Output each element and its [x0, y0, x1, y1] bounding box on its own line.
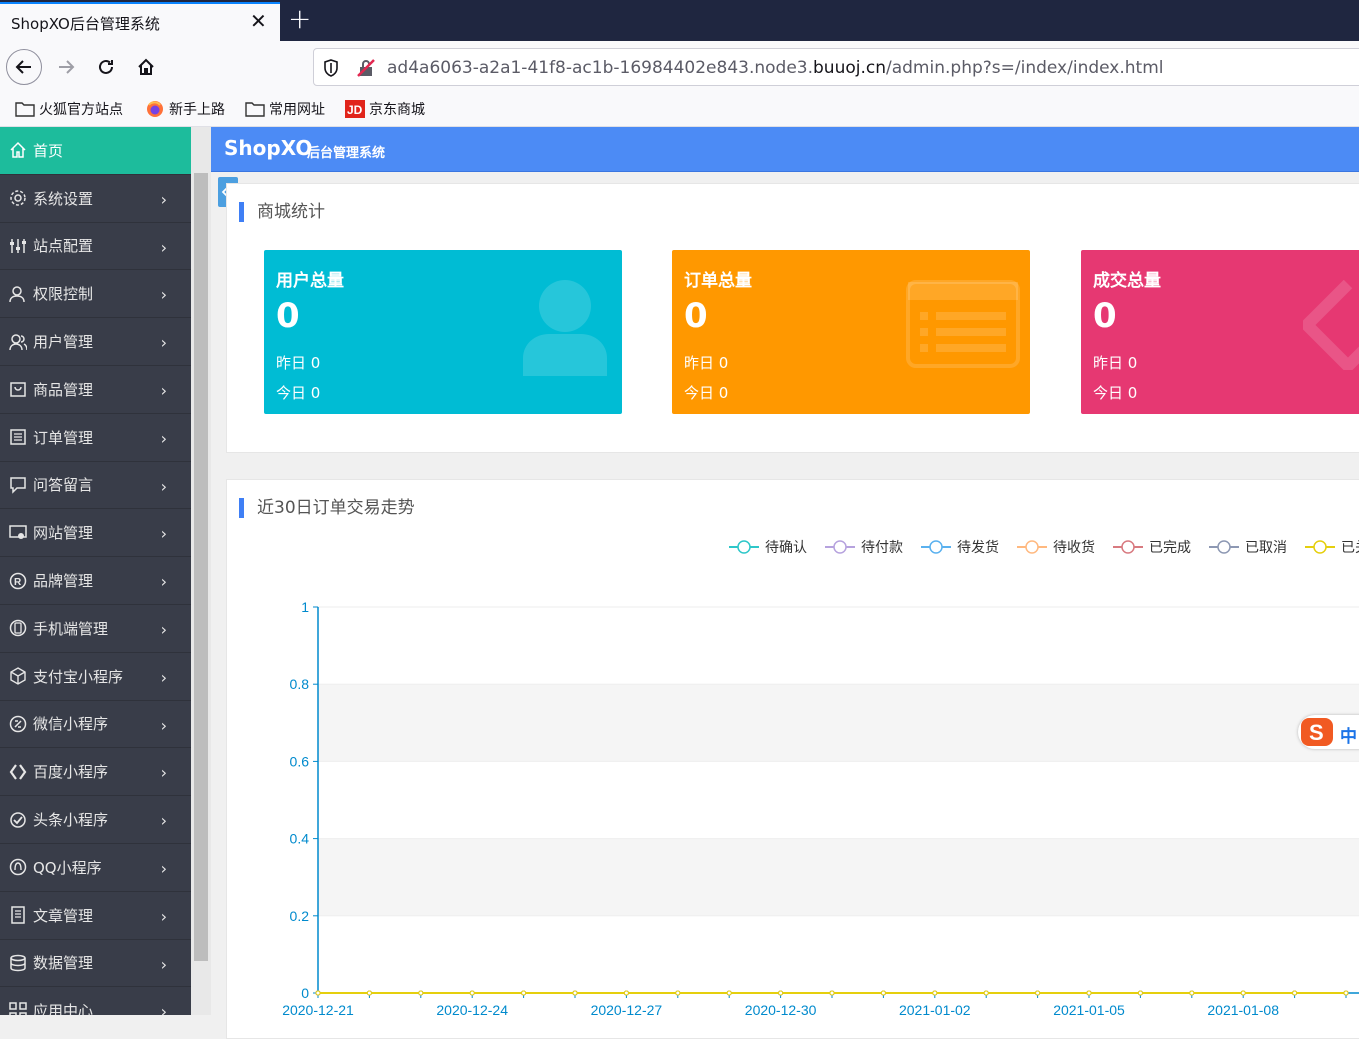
- data-point: [983, 990, 989, 996]
- data-point: [1086, 990, 1092, 996]
- y-tick-label: 0.8: [290, 676, 310, 692]
- x-tick-label: 2021-01-02: [899, 1002, 971, 1015]
- y-tick-label: 0.2: [290, 908, 310, 924]
- data-point: [1292, 990, 1298, 996]
- ime-toolbar[interactable]: S 中: [1298, 715, 1359, 749]
- data-point: [366, 990, 372, 996]
- x-tick-label: 2020-12-24: [436, 1002, 508, 1015]
- x-tick-label: 2020-12-21: [282, 1002, 354, 1015]
- data-point: [1137, 990, 1143, 996]
- y-tick-label: 1: [301, 599, 309, 615]
- data-point: [675, 990, 681, 996]
- ime-mode-label[interactable]: 中: [1340, 722, 1357, 747]
- data-point: [1035, 990, 1041, 996]
- data-point: [880, 990, 886, 996]
- x-tick-label: 2021-01-05: [1053, 1002, 1125, 1015]
- data-point: [726, 990, 732, 996]
- data-point: [315, 990, 321, 996]
- data-point: [829, 990, 835, 996]
- y-tick-label: 0.6: [290, 753, 310, 769]
- data-point: [418, 990, 424, 996]
- y-tick-label: 0.4: [290, 831, 310, 847]
- data-point: [1343, 990, 1349, 996]
- grid-band: [318, 838, 1359, 916]
- sogou-icon: S: [1301, 718, 1333, 746]
- data-point: [778, 990, 784, 996]
- data-point: [1240, 990, 1246, 996]
- x-tick-label: 2021-01-08: [1207, 1002, 1279, 1015]
- x-tick-label: 2020-12-27: [591, 1002, 663, 1015]
- data-point: [1189, 990, 1195, 996]
- x-tick-label: 2020-12-30: [745, 1002, 817, 1015]
- data-point: [932, 990, 938, 996]
- order-trend-chart: 0 0.2 0.4 0.6 0.8 1 2020-12-21 2020-12-24 2020-1…: [282, 599, 1359, 1015]
- data-point: [469, 990, 475, 996]
- grid-band: [318, 684, 1359, 762]
- data-point: [521, 990, 527, 996]
- data-point: [572, 990, 578, 996]
- y-tick-label: 0: [301, 985, 309, 1001]
- data-point: [623, 990, 629, 996]
- svg-text:S: S: [1309, 720, 1324, 745]
